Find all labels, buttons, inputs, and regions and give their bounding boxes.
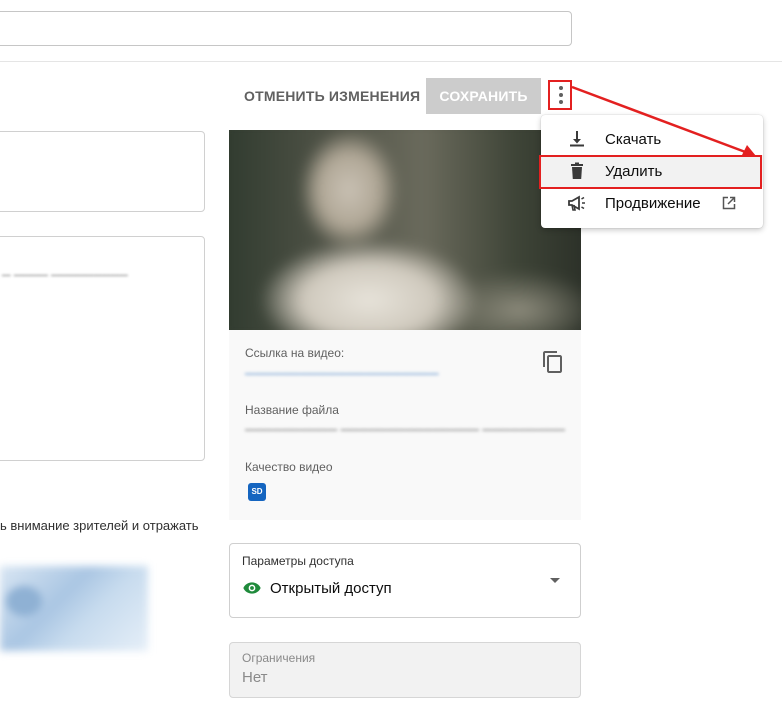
caret-down-icon[interactable] [550, 578, 560, 583]
video-link-label: Ссылка на видео: [245, 346, 345, 360]
file-name-value: ────────── ─────────────── ────────── [245, 422, 565, 437]
save-button[interactable]: СОХРАНИТЬ [426, 78, 541, 114]
video-preview[interactable] [229, 130, 581, 330]
restrictions-label: Ограничения [242, 651, 316, 665]
copy-icon[interactable] [541, 350, 565, 374]
thumbnail-hint-text: ь внимание зрителей и отражать [0, 518, 199, 533]
video-quality-label: Качество видео [245, 460, 333, 474]
file-name-label: Название файла [245, 403, 339, 417]
sd-badge: SD [248, 483, 266, 501]
header-divider [0, 61, 782, 62]
external-link-icon [722, 196, 736, 210]
eye-icon [243, 582, 261, 594]
thumbnail-image[interactable] [0, 566, 148, 651]
access-label: Параметры доступа [242, 554, 354, 568]
cancel-changes-button[interactable]: ОТМЕНИТЬ ИЗМЕНЕНИЯ [236, 78, 428, 114]
restrictions-value: Нет [242, 669, 268, 686]
menu-item-label: Скачать [605, 131, 662, 148]
more-vert-icon[interactable] [548, 80, 572, 110]
delete-highlight-annotation [539, 155, 762, 189]
menu-item-label: Продвижение [605, 195, 701, 212]
top-input[interactable] [0, 11, 572, 46]
menu-item-promotion[interactable]: Продвижение [541, 187, 763, 219]
download-icon [570, 131, 584, 147]
description-blurred-text: ─ ──── ───────── [2, 268, 128, 282]
video-link[interactable]: ───────────────────── [245, 366, 438, 381]
menu-item-download[interactable]: Скачать [541, 123, 763, 155]
title-field[interactable] [0, 131, 205, 212]
access-value: Открытый доступ [270, 580, 392, 597]
megaphone-icon [568, 195, 585, 211]
